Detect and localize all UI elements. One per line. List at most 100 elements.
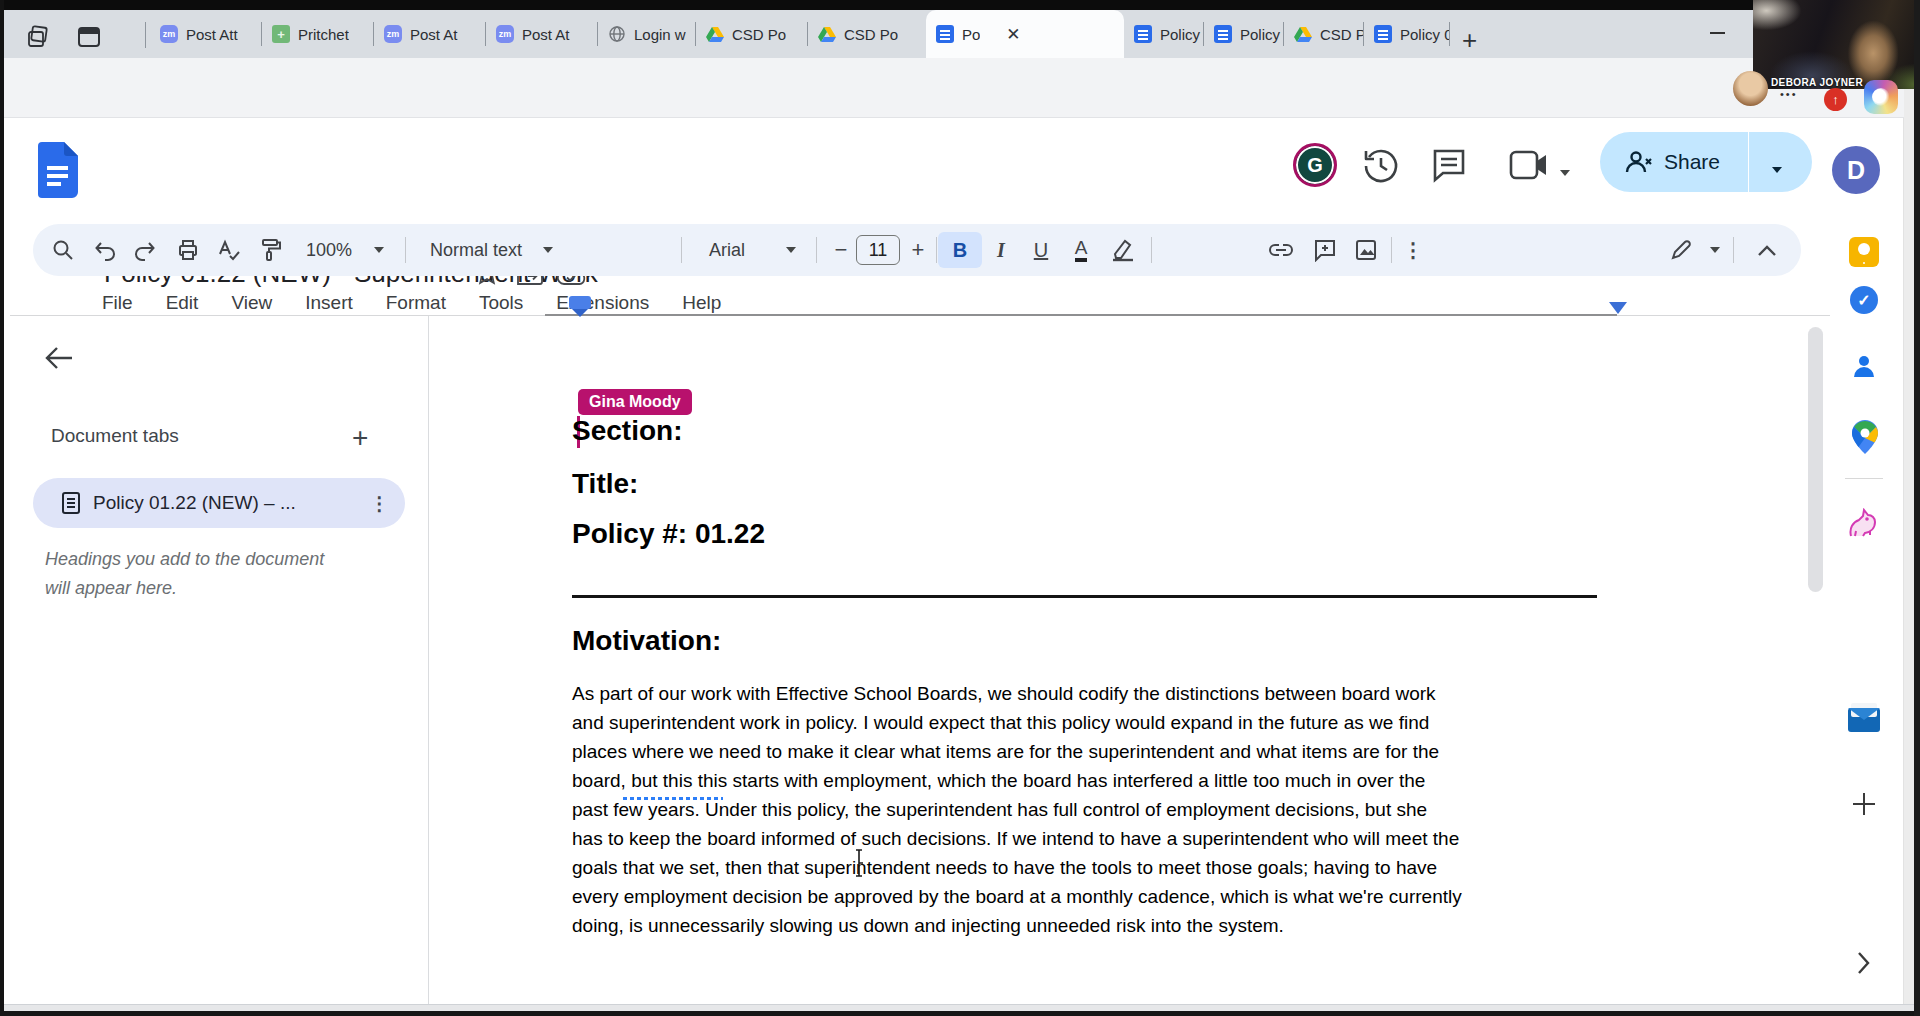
browser-tab[interactable]: + Pritchet [262,10,374,58]
paragraph-style-select[interactable]: Normal text [421,224,531,276]
share-dropdown-icon[interactable] [1772,159,1782,177]
menu-help[interactable]: Help [682,292,721,314]
search-menus-icon[interactable] [43,224,83,276]
browser-tab[interactable]: Policy 0 [1364,10,1450,58]
spellcheck-icon[interactable] [209,224,249,276]
increase-font-icon[interactable]: + [903,224,933,276]
menu-view[interactable]: View [231,292,272,314]
paint-format-icon[interactable] [250,224,290,276]
meet-camera-icon[interactable] [1508,148,1550,182]
version-history-icon[interactable] [1359,143,1403,187]
underline-button[interactable]: U [1021,224,1061,276]
comments-icon[interactable] [1429,145,1469,185]
body-line[interactable]: board, but this this starts with employm… [572,771,1425,790]
share-button[interactable]: Share [1600,132,1812,192]
window-minimize-button[interactable] [1710,32,1725,34]
body-line[interactable]: As part of our work with Effective Schoo… [572,684,1436,703]
body-line[interactable]: doing, is unnecessarily slowing us down … [572,916,1284,935]
raise-hand-icon[interactable]: ↑ [1824,88,1847,111]
menu-edit[interactable]: Edit [166,292,199,314]
browser-tab[interactable]: CSD Po [1284,10,1364,58]
participant-name: DEBORA JOYNER [1771,77,1863,88]
doc-heading-motivation[interactable]: Motivation: [572,627,721,655]
zoom-select[interactable]: 100% [295,224,363,276]
print-icon[interactable] [168,224,208,276]
screen-left-edge [0,0,4,1016]
docs-logo-icon[interactable] [38,142,78,198]
maps-icon[interactable] [1852,420,1878,454]
menu-tools[interactable]: Tools [479,292,523,314]
browser-tab[interactable]: zm Post At [486,10,598,58]
body-line[interactable]: past few years. Under this policy, the s… [572,800,1427,819]
italic-button[interactable]: I [981,224,1021,276]
mail-icon[interactable] [1848,708,1880,732]
camera-dropdown-icon[interactable] [1560,162,1570,180]
add-tab-icon[interactable]: + [352,422,368,454]
highlight-color-icon[interactable] [1101,224,1145,276]
browser-tab-active[interactable]: Po ✕ [926,10,1124,58]
participant-menu-dots: ••• [1780,88,1798,100]
keep-icon[interactable] [1849,237,1879,267]
screen-top-edge [0,0,1920,10]
zoom-favicon: zm [496,25,514,43]
undo-icon[interactable] [85,224,125,276]
style-dropdown-icon[interactable] [538,224,558,276]
add-sidebar-icon[interactable] [1850,790,1878,818]
font-dropdown-icon[interactable] [781,224,801,276]
copilot-icon[interactable] [1864,80,1898,114]
body-line[interactable]: and superintendent work in policy. I wou… [572,713,1429,732]
close-panel-arrow-icon[interactable] [44,344,74,372]
tab-options-icon[interactable]: ⋮ [370,492,389,515]
font-select[interactable]: Arial [697,224,757,276]
editing-mode-icon[interactable] [1661,224,1701,276]
browser-tab[interactable]: zm Post At [374,10,486,58]
expand-rail-icon[interactable] [1855,950,1871,976]
video-call-overlay[interactable] [1753,0,1920,89]
drive-favicon [1294,25,1312,43]
unicorn-icon[interactable] [1845,508,1881,540]
collaborator-avatar[interactable]: G [1293,143,1337,187]
tab-close-icon[interactable]: ✕ [1006,24,1020,45]
workspaces-icon[interactable] [76,24,102,50]
menu-file[interactable]: File [102,292,133,314]
doc-heading-section[interactable]: Section: [572,417,682,445]
insert-image-icon[interactable] [1346,224,1386,276]
doc-heading-policy[interactable]: Policy #: 01.22 [572,520,765,548]
body-line[interactable]: places where we need to make it clear wh… [572,742,1439,761]
zoom-dropdown-icon[interactable] [369,224,389,276]
editing-mode-dropdown-icon[interactable] [1705,224,1725,276]
doc-heading-title[interactable]: Title: [572,470,638,498]
contacts-icon[interactable] [1850,352,1878,380]
body-line[interactable]: has to keep the board informed of such d… [572,829,1459,848]
tasks-check-icon[interactable]: ✓ [1850,286,1878,314]
text-color-button[interactable]: A [1061,224,1101,276]
user-avatar[interactable]: D [1832,146,1880,194]
browser-tab[interactable]: Policy 0 [1124,10,1204,58]
browser-tab[interactable]: CSD Po [808,10,926,58]
browser-tab[interactable]: Policy 0 [1204,10,1284,58]
new-tab-button[interactable]: + [1462,30,1477,50]
hide-menus-icon[interactable] [1745,224,1789,276]
add-comment-icon[interactable] [1305,224,1345,276]
body-line[interactable]: goals that we set, then that superintend… [572,858,1437,877]
screen-bottom-edge [0,1011,1920,1016]
decrease-font-icon[interactable]: − [826,224,856,276]
document-scrollbar[interactable] [1808,327,1823,592]
insert-link-icon[interactable] [1261,224,1301,276]
browser-tab[interactable]: Login w [598,10,696,58]
docs-favicon [1214,25,1232,43]
menu-insert[interactable]: Insert [305,292,353,314]
more-options-icon[interactable]: ⋮ [1395,224,1431,276]
redo-icon[interactable] [125,224,165,276]
headings-hint-line2: will appear here. [45,578,177,599]
bold-button[interactable]: B [940,224,980,276]
tabs-panel-header: Document tabs [51,425,179,447]
font-size-field[interactable]: 11 [856,224,900,276]
body-line[interactable]: every employment decision be approved by… [572,887,1462,906]
menu-format[interactable]: Format [386,292,446,314]
browser-toolbar: https://docs.google.com/document/d/12lPI… [4,58,1914,118]
browser-tab[interactable]: zm Post Att [150,10,262,58]
tab-actions-icon[interactable] [25,24,51,50]
browser-tab[interactable]: CSD Po [696,10,808,58]
document-tab-item[interactable]: Policy 01.22 (NEW) – ... ⋮ [33,478,405,528]
